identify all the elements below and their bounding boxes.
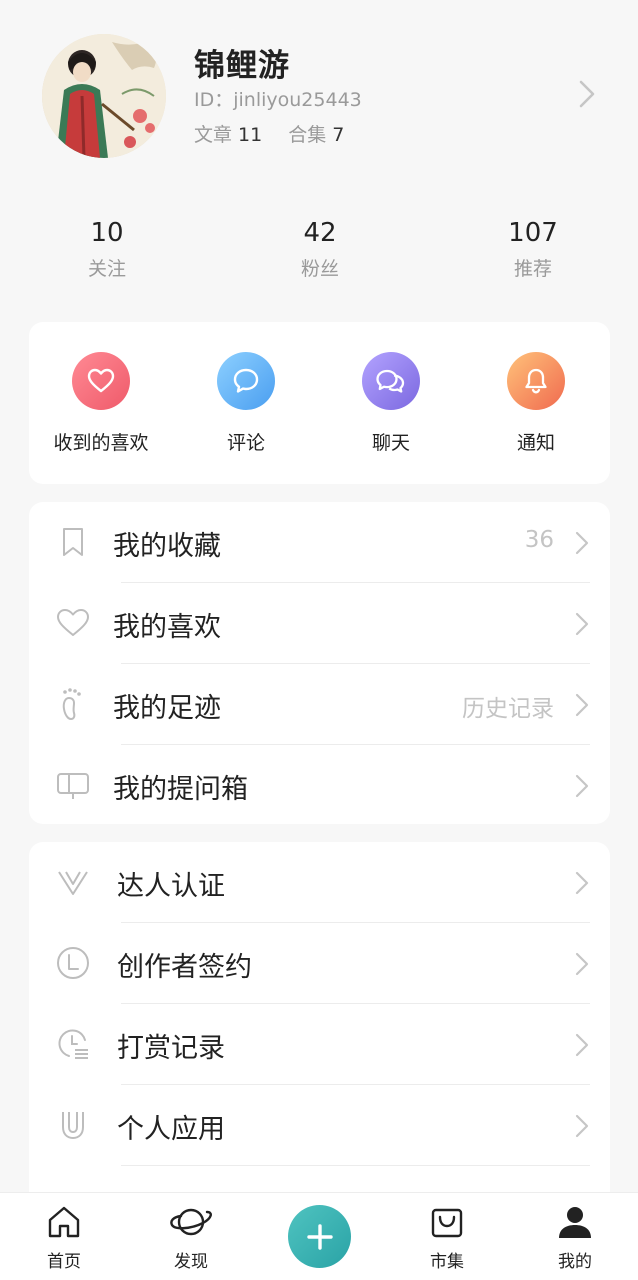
comment-icon (217, 352, 275, 410)
nav-label: 我的 (558, 1252, 592, 1272)
create-post-button[interactable] (288, 1205, 351, 1268)
menu-item-label: 我的提问箱 (113, 774, 248, 805)
plus-icon (306, 1223, 333, 1250)
quick-label: 评论 (226, 432, 265, 454)
stat-label: 推荐 (513, 258, 552, 280)
chat-icon (362, 352, 420, 410)
nav-home[interactable]: 首页 (24, 1203, 104, 1272)
user-id: ID：jinliyou25443 (194, 89, 362, 111)
quick-label: 收到的喜欢 (53, 432, 149, 454)
menu-item-label: 创作者签约 (117, 952, 252, 983)
quick-chat[interactable]: 聊天 (321, 352, 461, 455)
chevron-right-icon (575, 952, 589, 976)
stat-value: 107 (508, 218, 558, 248)
chevron-right-icon (575, 531, 589, 555)
menu-item-personal-apps[interactable]: 个人应用 (29, 1085, 610, 1166)
chevron-right-icon (575, 612, 589, 636)
quick-notifications[interactable]: 通知 (466, 352, 606, 455)
heart-outline-icon (57, 609, 89, 636)
menu-item-value: 历史记录 (462, 696, 554, 722)
bookmark-icon (63, 528, 83, 556)
chevron-right-icon (575, 871, 589, 895)
stat-label: 粉丝 (300, 258, 339, 280)
menu-item-my-collection[interactable]: 我的收藏 36 (29, 502, 610, 583)
stat-recommend[interactable]: 107 推荐 (468, 218, 598, 281)
chevron-right-icon (575, 774, 589, 798)
menu-item-label: 我的足迹 (113, 693, 221, 724)
menu-card-personal: 我的收藏 36 我的喜欢 我的足迹 历史记录 我的提问箱 (29, 502, 610, 824)
nav-label: 市集 (430, 1252, 464, 1272)
contract-icon (57, 947, 89, 979)
stat-following[interactable]: 10 关注 (42, 218, 172, 281)
nav-label: 首页 (47, 1252, 81, 1272)
stat-label: 关注 (87, 258, 126, 280)
menu-item-label: 个人应用 (117, 1114, 225, 1145)
stat-followers[interactable]: 42 粉丝 (255, 218, 385, 281)
planet-icon (170, 1208, 212, 1236)
chevron-right-icon (575, 693, 589, 717)
bell-icon (507, 352, 565, 410)
home-icon (48, 1206, 80, 1238)
nav-mine[interactable]: 我的 (535, 1203, 615, 1272)
chevron-right-icon (575, 1114, 589, 1138)
stat-value: 42 (303, 218, 337, 248)
quick-actions-card: 收到的喜欢 评论 聊天 通知 (29, 322, 610, 484)
quick-label: 通知 (516, 432, 555, 454)
menu-item-label: 我的收藏 (113, 531, 221, 562)
verified-v-icon (58, 871, 88, 895)
shopping-bag-icon (431, 1208, 463, 1238)
menu-item-label: 达人认证 (117, 871, 225, 902)
menu-item-value: 36 (524, 527, 554, 553)
heart-icon (72, 352, 130, 410)
question-box-icon (57, 773, 89, 799)
magnet-app-icon (62, 1112, 84, 1139)
collections-label: 合集 (288, 124, 327, 146)
nav-market[interactable]: 市集 (407, 1203, 487, 1272)
menu-item-my-footprint[interactable]: 我的足迹 历史记录 (29, 664, 610, 745)
articles-label: 文章 (194, 124, 233, 146)
menu-item-label: 打赏记录 (117, 1033, 225, 1064)
menu-item-my-likes[interactable]: 我的喜欢 (29, 583, 610, 664)
quick-comments[interactable]: 评论 (176, 352, 316, 455)
username: 锦鲤游 (194, 48, 290, 84)
chevron-right-icon[interactable] (576, 78, 598, 110)
bottom-nav: 首页 发现 市集 我的 (0, 1192, 638, 1280)
reward-record-icon (58, 1029, 88, 1059)
avatar[interactable] (42, 34, 166, 158)
quick-received-likes[interactable]: 收到的喜欢 (31, 352, 171, 455)
menu-item-label: 我的喜欢 (113, 612, 221, 643)
person-icon (559, 1207, 591, 1238)
quick-label: 聊天 (371, 432, 410, 454)
nav-label: 发现 (174, 1252, 208, 1272)
stat-value: 10 (90, 218, 124, 248)
avatar-illustration (42, 34, 166, 158)
menu-item-expert-certification[interactable]: 达人认证 (29, 842, 610, 923)
menu-item-creator-contract[interactable]: 创作者签约 (29, 923, 610, 1004)
collections-count: 7 (332, 124, 345, 146)
footprint-icon (62, 688, 81, 721)
menu-card-creator: 达人认证 创作者签约 打赏记录 个人应用 (29, 842, 610, 1242)
articles-count: 11 (238, 124, 263, 146)
nav-discover[interactable]: 发现 (151, 1203, 231, 1272)
menu-item-reward-records[interactable]: 打赏记录 (29, 1004, 610, 1085)
profile-header[interactable]: 锦鲤游 ID：jinliyou25443 文章 11 合集 7 (0, 0, 638, 190)
content-counts: 文章 11 合集 7 (194, 120, 344, 147)
chevron-right-icon (575, 1033, 589, 1057)
menu-item-question-box[interactable]: 我的提问箱 (29, 745, 610, 826)
